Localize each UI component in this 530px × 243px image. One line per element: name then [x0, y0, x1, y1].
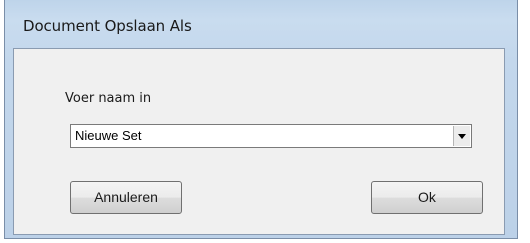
dialog-body: Voer naam in Nieuwe Set Annuleren Ok — [13, 48, 505, 235]
save-document-dialog: Document Opslaan Als Voer naam in Nieuwe… — [4, 0, 518, 239]
dropdown-button[interactable] — [453, 126, 470, 146]
title-bar[interactable]: Document Opslaan Als — [5, 0, 517, 40]
name-combobox-value[interactable]: Nieuwe Set — [75, 128, 141, 143]
name-label: Voer naam in — [65, 91, 152, 106]
cancel-button[interactable]: Annuleren — [70, 181, 182, 214]
dialog-title: Document Opslaan Als — [23, 17, 192, 35]
name-combobox[interactable]: Nieuwe Set — [70, 124, 472, 148]
ok-button[interactable]: Ok — [371, 181, 483, 214]
chevron-down-icon — [458, 134, 466, 139]
